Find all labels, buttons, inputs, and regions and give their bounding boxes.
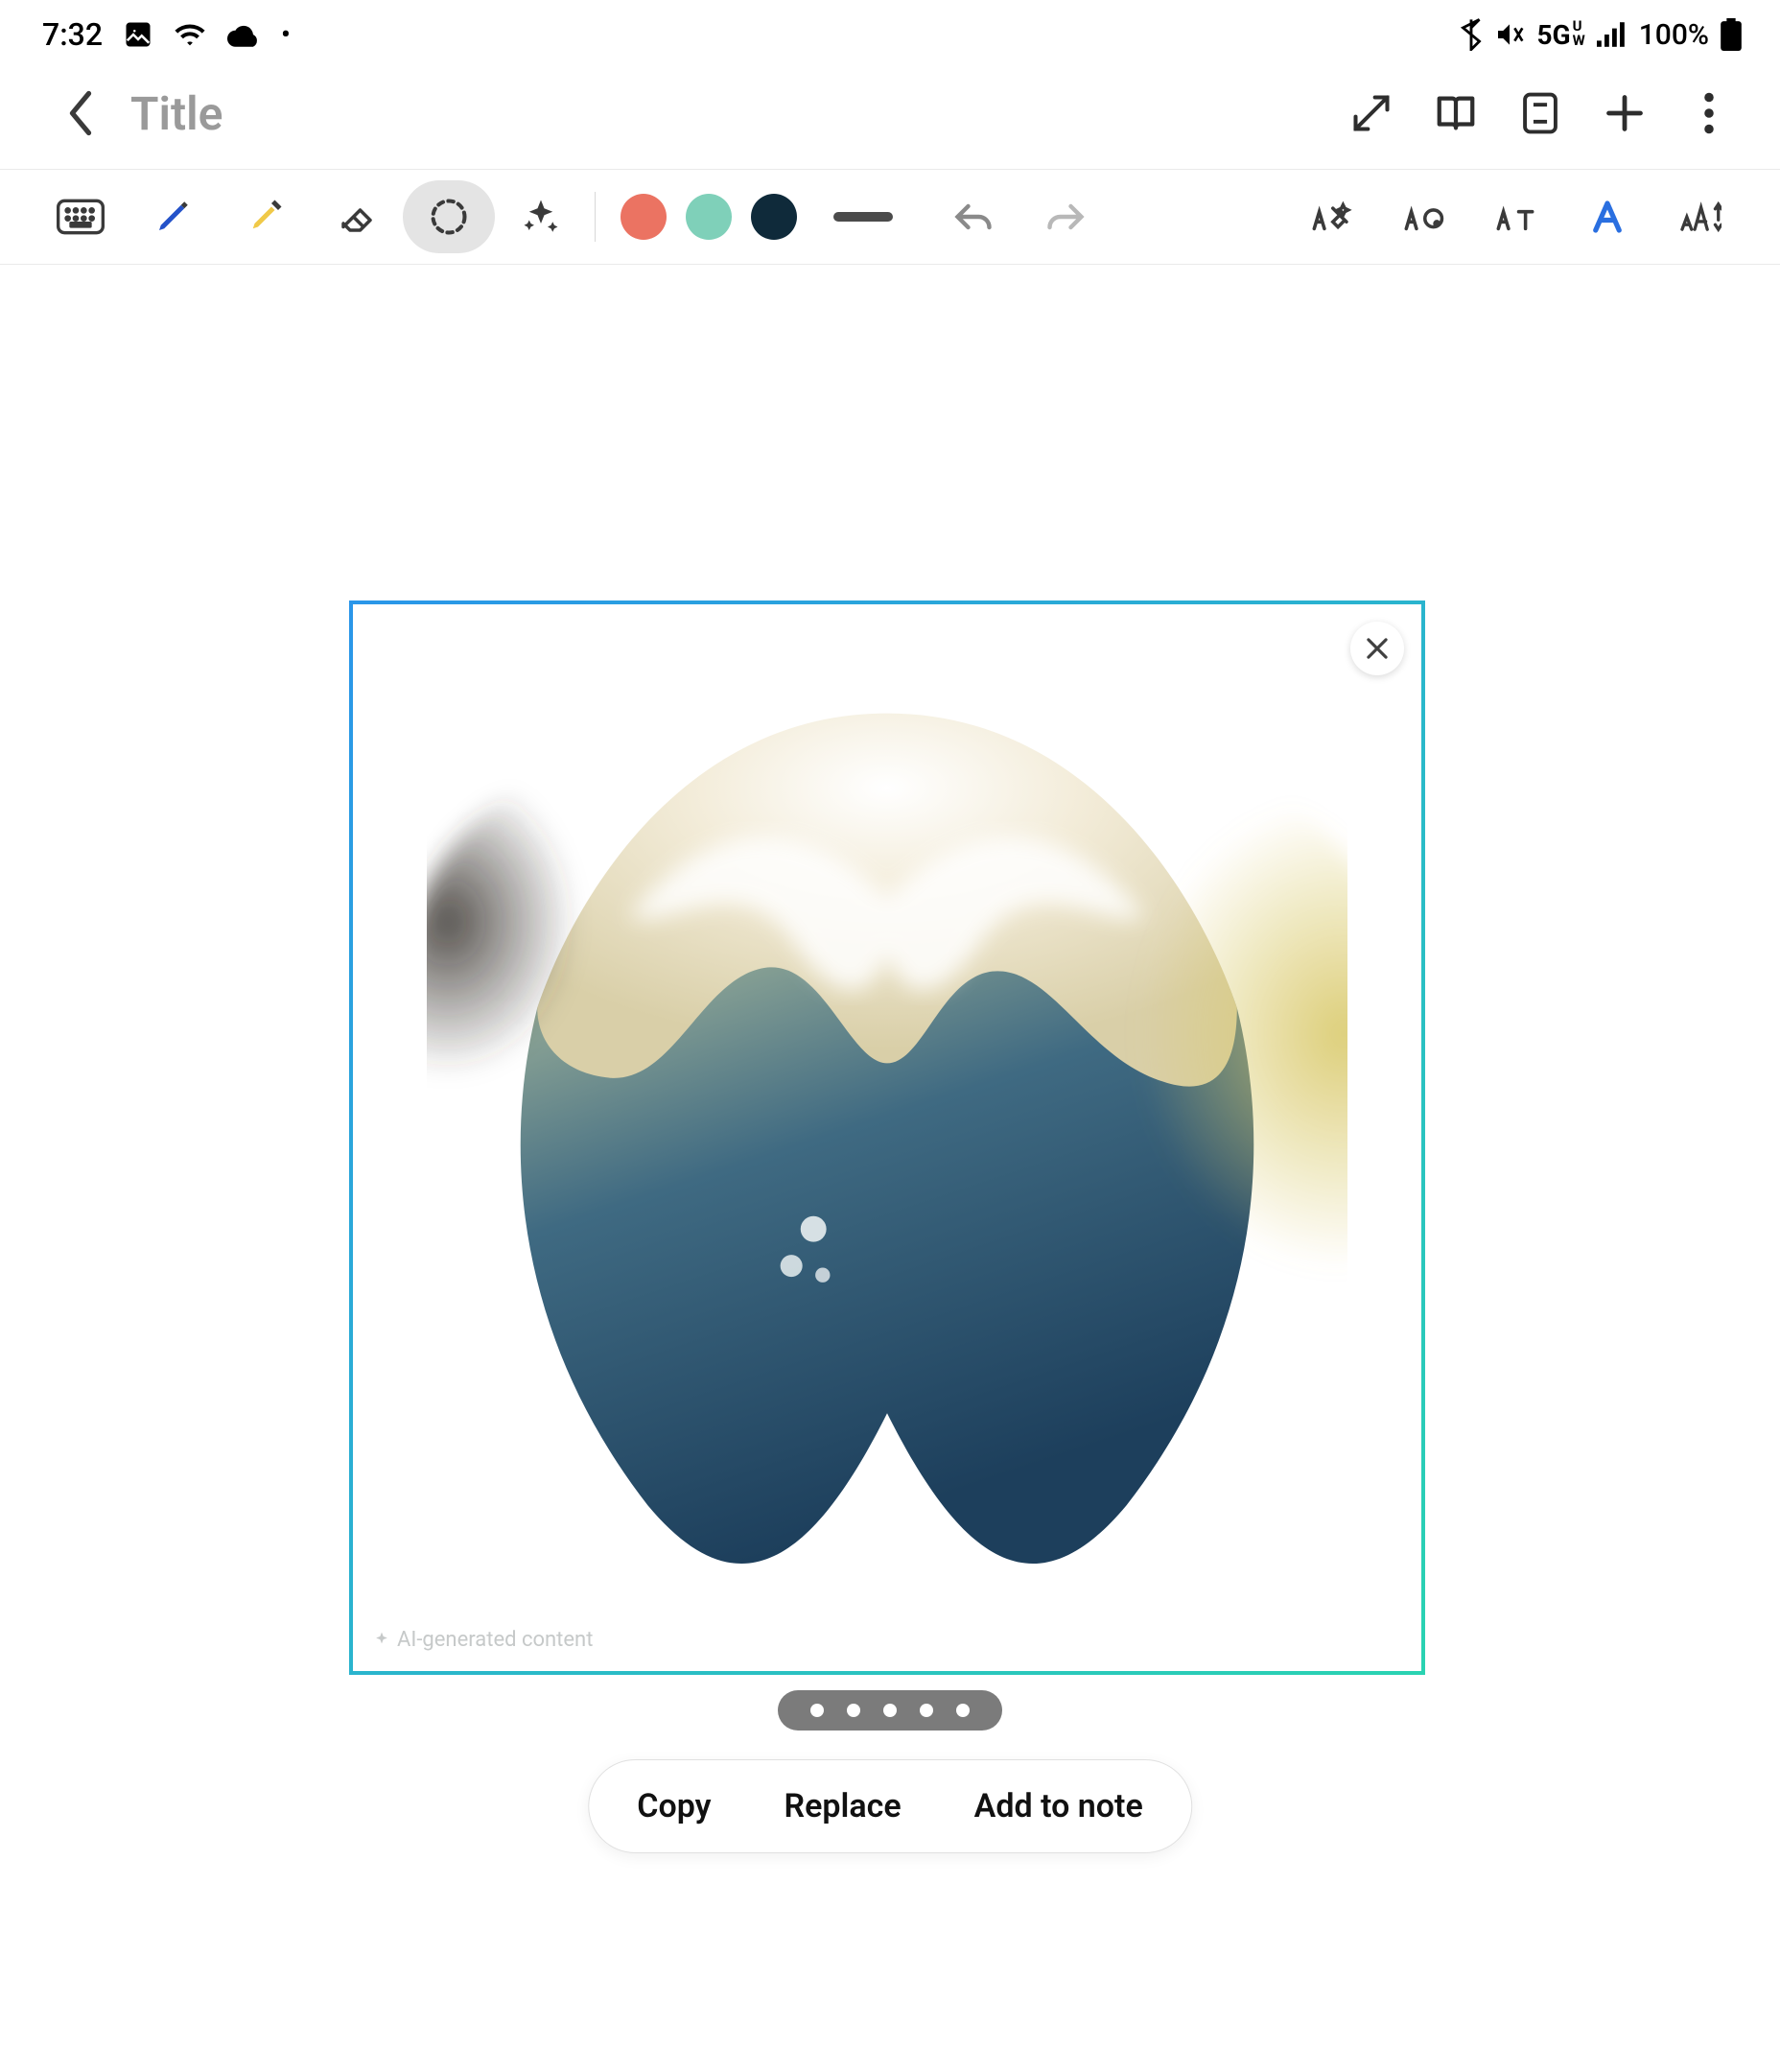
redo-button[interactable] (1019, 180, 1112, 253)
lasso-select-tool[interactable] (403, 180, 495, 253)
status-bar: 7:32 • 5G UW 100% (0, 0, 1780, 69)
signal-icon (1597, 21, 1628, 48)
page-dot-5[interactable] (956, 1704, 970, 1717)
font-style-tool[interactable] (1561, 180, 1653, 253)
gallery-indicator-icon (124, 20, 152, 49)
bluetooth-icon (1460, 18, 1483, 51)
note-canvas[interactable]: AI-generated content Copy Replace Add to… (0, 265, 1780, 2057)
battery-pct: 100% (1639, 18, 1709, 52)
back-button[interactable] (58, 90, 104, 136)
image-action-bar: Copy Replace Add to note (588, 1759, 1192, 1853)
more-button[interactable] (1680, 84, 1738, 142)
tooth-illustration (427, 639, 1347, 1598)
eraser-tool[interactable] (311, 180, 403, 253)
replace-button[interactable]: Replace (748, 1760, 938, 1852)
toolbar-divider (595, 192, 596, 242)
wifi-icon (174, 20, 206, 49)
color-swatch-2[interactable] (686, 194, 732, 240)
ai-image-content: AI-generated content (353, 604, 1421, 1671)
close-image-button[interactable] (1350, 622, 1404, 675)
image-pagination[interactable] (778, 1690, 1002, 1731)
undo-button[interactable] (927, 180, 1019, 253)
page-dot-2[interactable] (847, 1704, 860, 1717)
selected-ai-image[interactable]: AI-generated content (349, 600, 1425, 1675)
drawing-toolbar (0, 169, 1780, 265)
page-manager-button[interactable] (1511, 84, 1569, 142)
network-type: 5G UW (1536, 19, 1584, 51)
pen-tool[interactable] (127, 180, 219, 253)
mute-icon (1494, 19, 1525, 50)
cloud-icon (227, 22, 260, 47)
highlighter-tool[interactable] (219, 180, 311, 253)
note-title-input[interactable]: Title (130, 86, 1316, 141)
page-dot-3[interactable] (883, 1704, 897, 1717)
text-size-tool[interactable] (1653, 180, 1745, 253)
text-annotation-tool[interactable] (1469, 180, 1561, 253)
color-swatch-1[interactable] (621, 194, 667, 240)
keyboard-tool[interactable] (35, 180, 127, 253)
ai-magic-tool[interactable] (495, 180, 587, 253)
battery-icon (1721, 18, 1742, 51)
fullscreen-button[interactable] (1343, 84, 1400, 142)
ai-watermark: AI-generated content (372, 1628, 593, 1652)
page-dot-4[interactable] (920, 1704, 933, 1717)
page-dot-1[interactable] (810, 1704, 824, 1717)
status-time: 7:32 (42, 16, 103, 53)
add-button[interactable] (1596, 84, 1653, 142)
app-header: Title (0, 69, 1780, 169)
stroke-width-picker[interactable] (833, 212, 893, 222)
copy-button[interactable]: Copy (600, 1760, 747, 1852)
auto-shape-tool[interactable] (1377, 180, 1469, 253)
reading-mode-button[interactable] (1427, 84, 1485, 142)
add-to-note-button[interactable]: Add to note (938, 1760, 1180, 1852)
color-swatch-3[interactable] (751, 194, 797, 240)
handwriting-to-text-tool[interactable] (1285, 180, 1377, 253)
